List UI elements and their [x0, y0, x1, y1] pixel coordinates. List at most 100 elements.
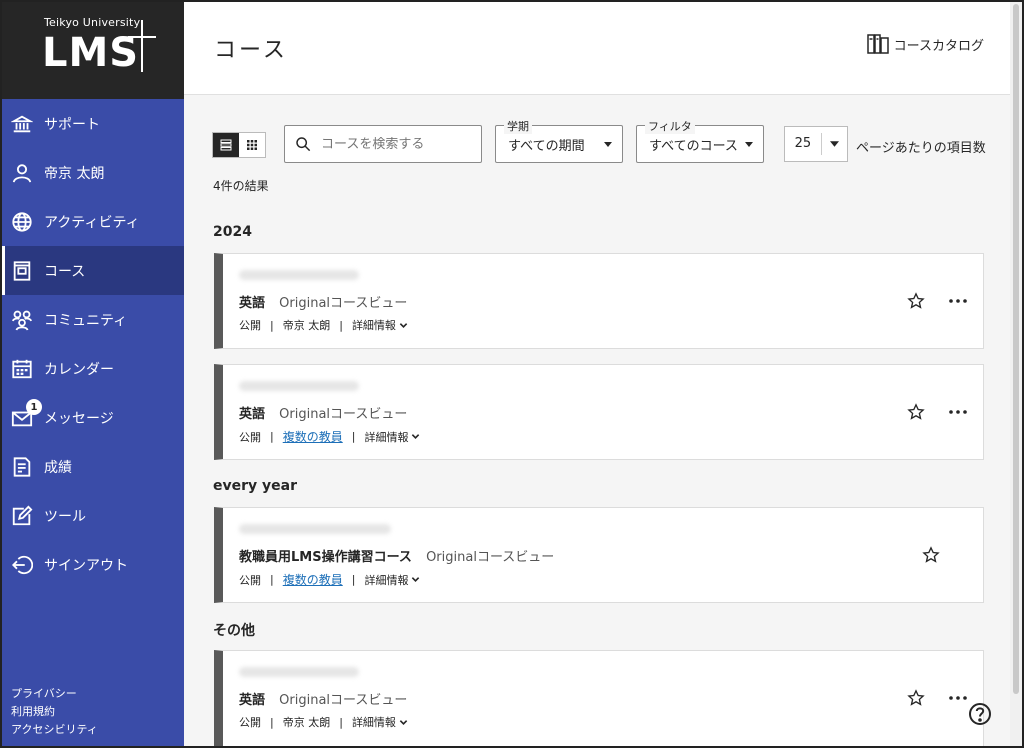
- course-name: 英語: [239, 296, 266, 311]
- course-title[interactable]: 英語 Originalコースビュー: [239, 292, 407, 311]
- course-title[interactable]: 英語 Originalコースビュー: [239, 689, 407, 708]
- sidebar-item-activity[interactable]: アクティビティ: [2, 197, 184, 246]
- filter-legend: フィルタ: [645, 118, 695, 134]
- details-label: 詳細情報: [351, 716, 396, 729]
- course-view-type: Originalコースビュー: [426, 550, 555, 565]
- chevron-down-icon: [822, 141, 847, 147]
- course-id-blurred: [239, 524, 391, 534]
- sidebar-item-profile[interactable]: 帝京 太朗: [2, 148, 184, 197]
- main-content: コース コースカタログ 学期 すべての期間: [184, 2, 1010, 746]
- details-toggle[interactable]: 詳細情報: [352, 317, 408, 333]
- scrollbar-thumb[interactable]: [1013, 4, 1019, 694]
- chevron-down-icon: [412, 577, 420, 582]
- search-input[interactable]: [321, 136, 471, 152]
- multiple-instructors-link[interactable]: 複数の教員: [283, 428, 343, 445]
- details-label: 詳細情報: [351, 319, 396, 332]
- course-name: 教職員用LMS操作講習コース: [239, 550, 412, 565]
- community-icon: [10, 308, 34, 332]
- terms-link[interactable]: 利用規約: [11, 703, 98, 721]
- favorite-star-icon[interactable]: [907, 689, 925, 707]
- course-name: 英語: [239, 407, 266, 422]
- chevron-down-icon: [745, 142, 753, 147]
- sidebar-item-label: サポート: [44, 116, 100, 133]
- grades-icon: [10, 455, 34, 479]
- app-window: Teikyo University LMS サポート 帝京 太朗 アクティビティ…: [2, 2, 1022, 746]
- logo-plus-mark: [141, 20, 143, 72]
- per-page-select[interactable]: 25: [784, 126, 848, 162]
- course-status: 公開: [239, 319, 261, 332]
- per-page-value: 25: [785, 133, 822, 155]
- sidebar-item-community[interactable]: コミュニティ: [2, 295, 184, 344]
- sidebar-item-label: サインアウト: [44, 557, 128, 574]
- sidebar-item-label: コミュニティ: [44, 312, 128, 329]
- more-options-button[interactable]: [948, 292, 968, 310]
- chevron-down-icon: [399, 322, 408, 328]
- logo-lms-text: LMS: [42, 30, 140, 76]
- list-view-icon: [220, 139, 232, 151]
- filter-value: すべてのコース: [649, 138, 738, 154]
- course-card[interactable]: 英語 Originalコースビュー 公開 | 帝京 太朗 | 詳細情報: [214, 253, 984, 349]
- course-meta: 公開 | 複数の教員 | 詳細情報: [239, 428, 420, 445]
- course-card[interactable]: 英語 Originalコースビュー 公開 | 複数の教員 | 詳細情報: [214, 364, 984, 460]
- chevron-down-icon: [604, 142, 612, 147]
- page-header: コース コースカタログ: [184, 2, 1010, 95]
- favorite-star-icon[interactable]: [907, 403, 925, 421]
- sidebar-footer: プライバシー 利用規約 アクセシビリティ: [11, 685, 98, 739]
- course-status: 公開: [239, 573, 261, 587]
- sign-out-icon: [10, 553, 34, 577]
- view-toggle: [212, 132, 266, 158]
- vertical-scrollbar[interactable]: [1010, 2, 1022, 746]
- more-options-button[interactable]: [948, 689, 968, 707]
- per-page-label: ページあたりの項目数: [856, 141, 986, 156]
- catalog-label: コースカタログ: [893, 38, 984, 54]
- sidebar-item-sign-out[interactable]: サインアウト: [2, 540, 184, 589]
- privacy-link[interactable]: プライバシー: [11, 685, 98, 703]
- grid-view-button[interactable]: [239, 133, 265, 157]
- course-toolbar: 学期 すべての期間 フィルタ すべてのコース 25 ページあたりの項目数: [184, 118, 1010, 164]
- ellipsis-icon: [949, 410, 967, 414]
- globe-icon: [10, 210, 34, 234]
- filter-select[interactable]: フィルタ すべてのコース: [636, 118, 764, 163]
- sidebar-item-calendar[interactable]: カレンダー: [2, 344, 184, 393]
- course-status: 公開: [239, 716, 261, 729]
- details-toggle[interactable]: 詳細情報: [364, 429, 420, 445]
- course-title[interactable]: 教職員用LMS操作講習コース Originalコースビュー: [239, 546, 554, 565]
- accessibility-link[interactable]: アクセシビリティ: [11, 721, 98, 739]
- tools-icon: [10, 504, 34, 528]
- term-group-title: every year: [213, 478, 297, 494]
- course-id-blurred: [239, 667, 359, 677]
- details-label: 詳細情報: [364, 430, 409, 444]
- course-catalog-link[interactable]: コースカタログ: [866, 32, 984, 56]
- course-title[interactable]: 英語 Originalコースビュー: [239, 403, 407, 422]
- grid-view-icon: [247, 140, 257, 150]
- term-group-title: その他: [213, 623, 255, 639]
- sidebar-item-courses[interactable]: コース: [2, 246, 184, 295]
- multiple-instructors-link[interactable]: 複数の教員: [283, 571, 343, 588]
- sidebar: Teikyo University LMS サポート 帝京 太朗 アクティビティ…: [2, 2, 184, 746]
- sidebar-item-grades[interactable]: 成績: [2, 442, 184, 491]
- help-icon[interactable]: [968, 702, 992, 726]
- sidebar-item-label: メッセージ: [44, 410, 114, 427]
- more-options-button[interactable]: [948, 403, 968, 421]
- sidebar-item-messages[interactable]: 1 メッセージ: [2, 393, 184, 442]
- sidebar-item-tools[interactable]: ツール: [2, 491, 184, 540]
- list-view-button[interactable]: [213, 133, 239, 157]
- details-toggle[interactable]: 詳細情報: [364, 572, 420, 588]
- favorite-star-icon[interactable]: [907, 292, 925, 310]
- term-value: すべての期間: [508, 138, 585, 154]
- logo[interactable]: Teikyo University LMS: [2, 2, 184, 99]
- sidebar-item-label: ツール: [44, 508, 86, 525]
- chevron-down-icon: [399, 719, 408, 725]
- course-view-type: Originalコースビュー: [279, 407, 408, 422]
- term-select[interactable]: 学期 すべての期間: [495, 118, 623, 163]
- calendar-icon: [10, 357, 34, 381]
- favorite-star-icon[interactable]: [922, 546, 940, 564]
- results-count: 4件の結果: [213, 179, 269, 193]
- logo-university-text: Teikyo University: [44, 16, 141, 29]
- course-card[interactable]: 英語 Originalコースビュー 公開 | 帝京 太朗 | 詳細情報: [214, 650, 984, 746]
- sidebar-item-support[interactable]: サポート: [2, 99, 184, 148]
- course-meta: 公開 | 帝京 太朗 | 詳細情報: [239, 714, 408, 730]
- details-toggle[interactable]: 詳細情報: [352, 714, 408, 730]
- course-card[interactable]: 教職員用LMS操作講習コース Originalコースビュー 公開 | 複数の教員…: [214, 507, 984, 603]
- course-search: [284, 125, 482, 163]
